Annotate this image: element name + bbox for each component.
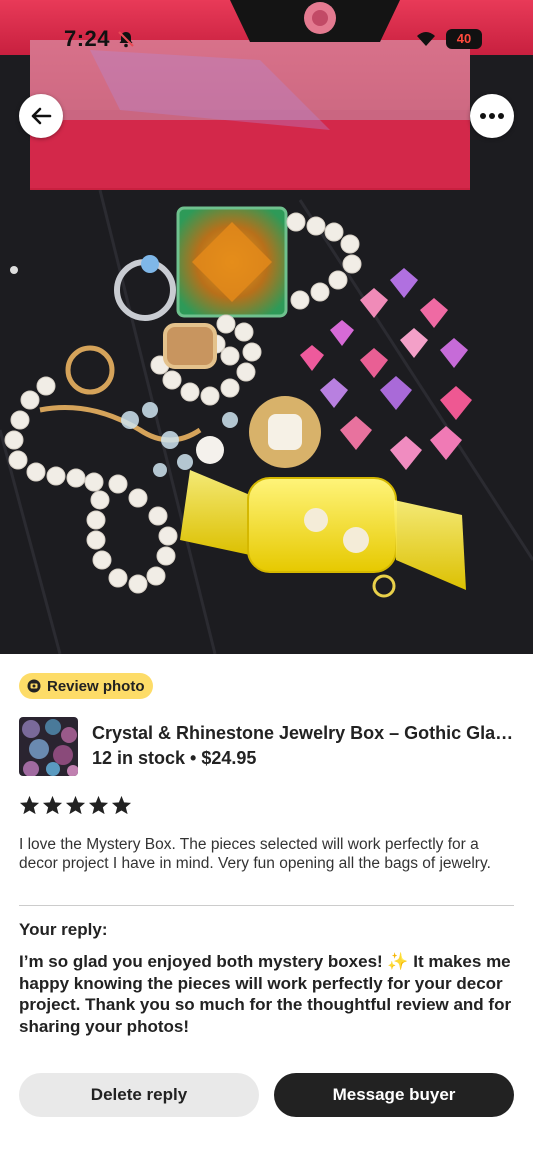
star-icon bbox=[42, 795, 63, 815]
review-text: I love the Mystery Box. The pieces selec… bbox=[19, 836, 491, 872]
listing-thumbnail-image bbox=[19, 717, 78, 776]
more-options-button[interactable] bbox=[470, 94, 514, 138]
status-time: 7:24 bbox=[64, 26, 111, 51]
divider bbox=[19, 905, 514, 906]
star-icon bbox=[88, 795, 109, 815]
ellipsis-icon bbox=[480, 113, 504, 119]
star-icon bbox=[65, 795, 86, 815]
battery-indicator: 40 bbox=[446, 29, 482, 49]
star-icon bbox=[111, 795, 132, 815]
listing-thumbnail[interactable] bbox=[19, 717, 78, 776]
review-photo[interactable]: 7:24 40 bbox=[0, 0, 533, 654]
delete-reply-button[interactable]: Delete reply bbox=[19, 1073, 259, 1117]
review-photo-badge: Review photo bbox=[19, 673, 153, 699]
back-button[interactable] bbox=[19, 94, 63, 138]
message-buyer-button[interactable]: Message buyer bbox=[274, 1073, 514, 1117]
rating-stars bbox=[19, 795, 132, 815]
arrow-left-icon bbox=[31, 107, 52, 125]
listing-title[interactable]: Crystal & Rhinestone Jewelry Box – Gothi… bbox=[92, 723, 517, 744]
reply-text: I’m so glad you enjoyed both mystery box… bbox=[19, 952, 512, 1036]
status-bar: 7:24 40 bbox=[0, 0, 533, 78]
star-icon bbox=[19, 795, 40, 815]
listing-stock-price: 12 in stock • $24.95 bbox=[92, 748, 257, 768]
badge-label: Review photo bbox=[47, 677, 145, 695]
reply-label: Your reply: bbox=[19, 920, 108, 939]
wifi-icon bbox=[417, 32, 435, 46]
jewelry-photo-illustration bbox=[0, 0, 533, 654]
photo-icon bbox=[27, 679, 41, 693]
bell-off-icon bbox=[118, 31, 134, 48]
